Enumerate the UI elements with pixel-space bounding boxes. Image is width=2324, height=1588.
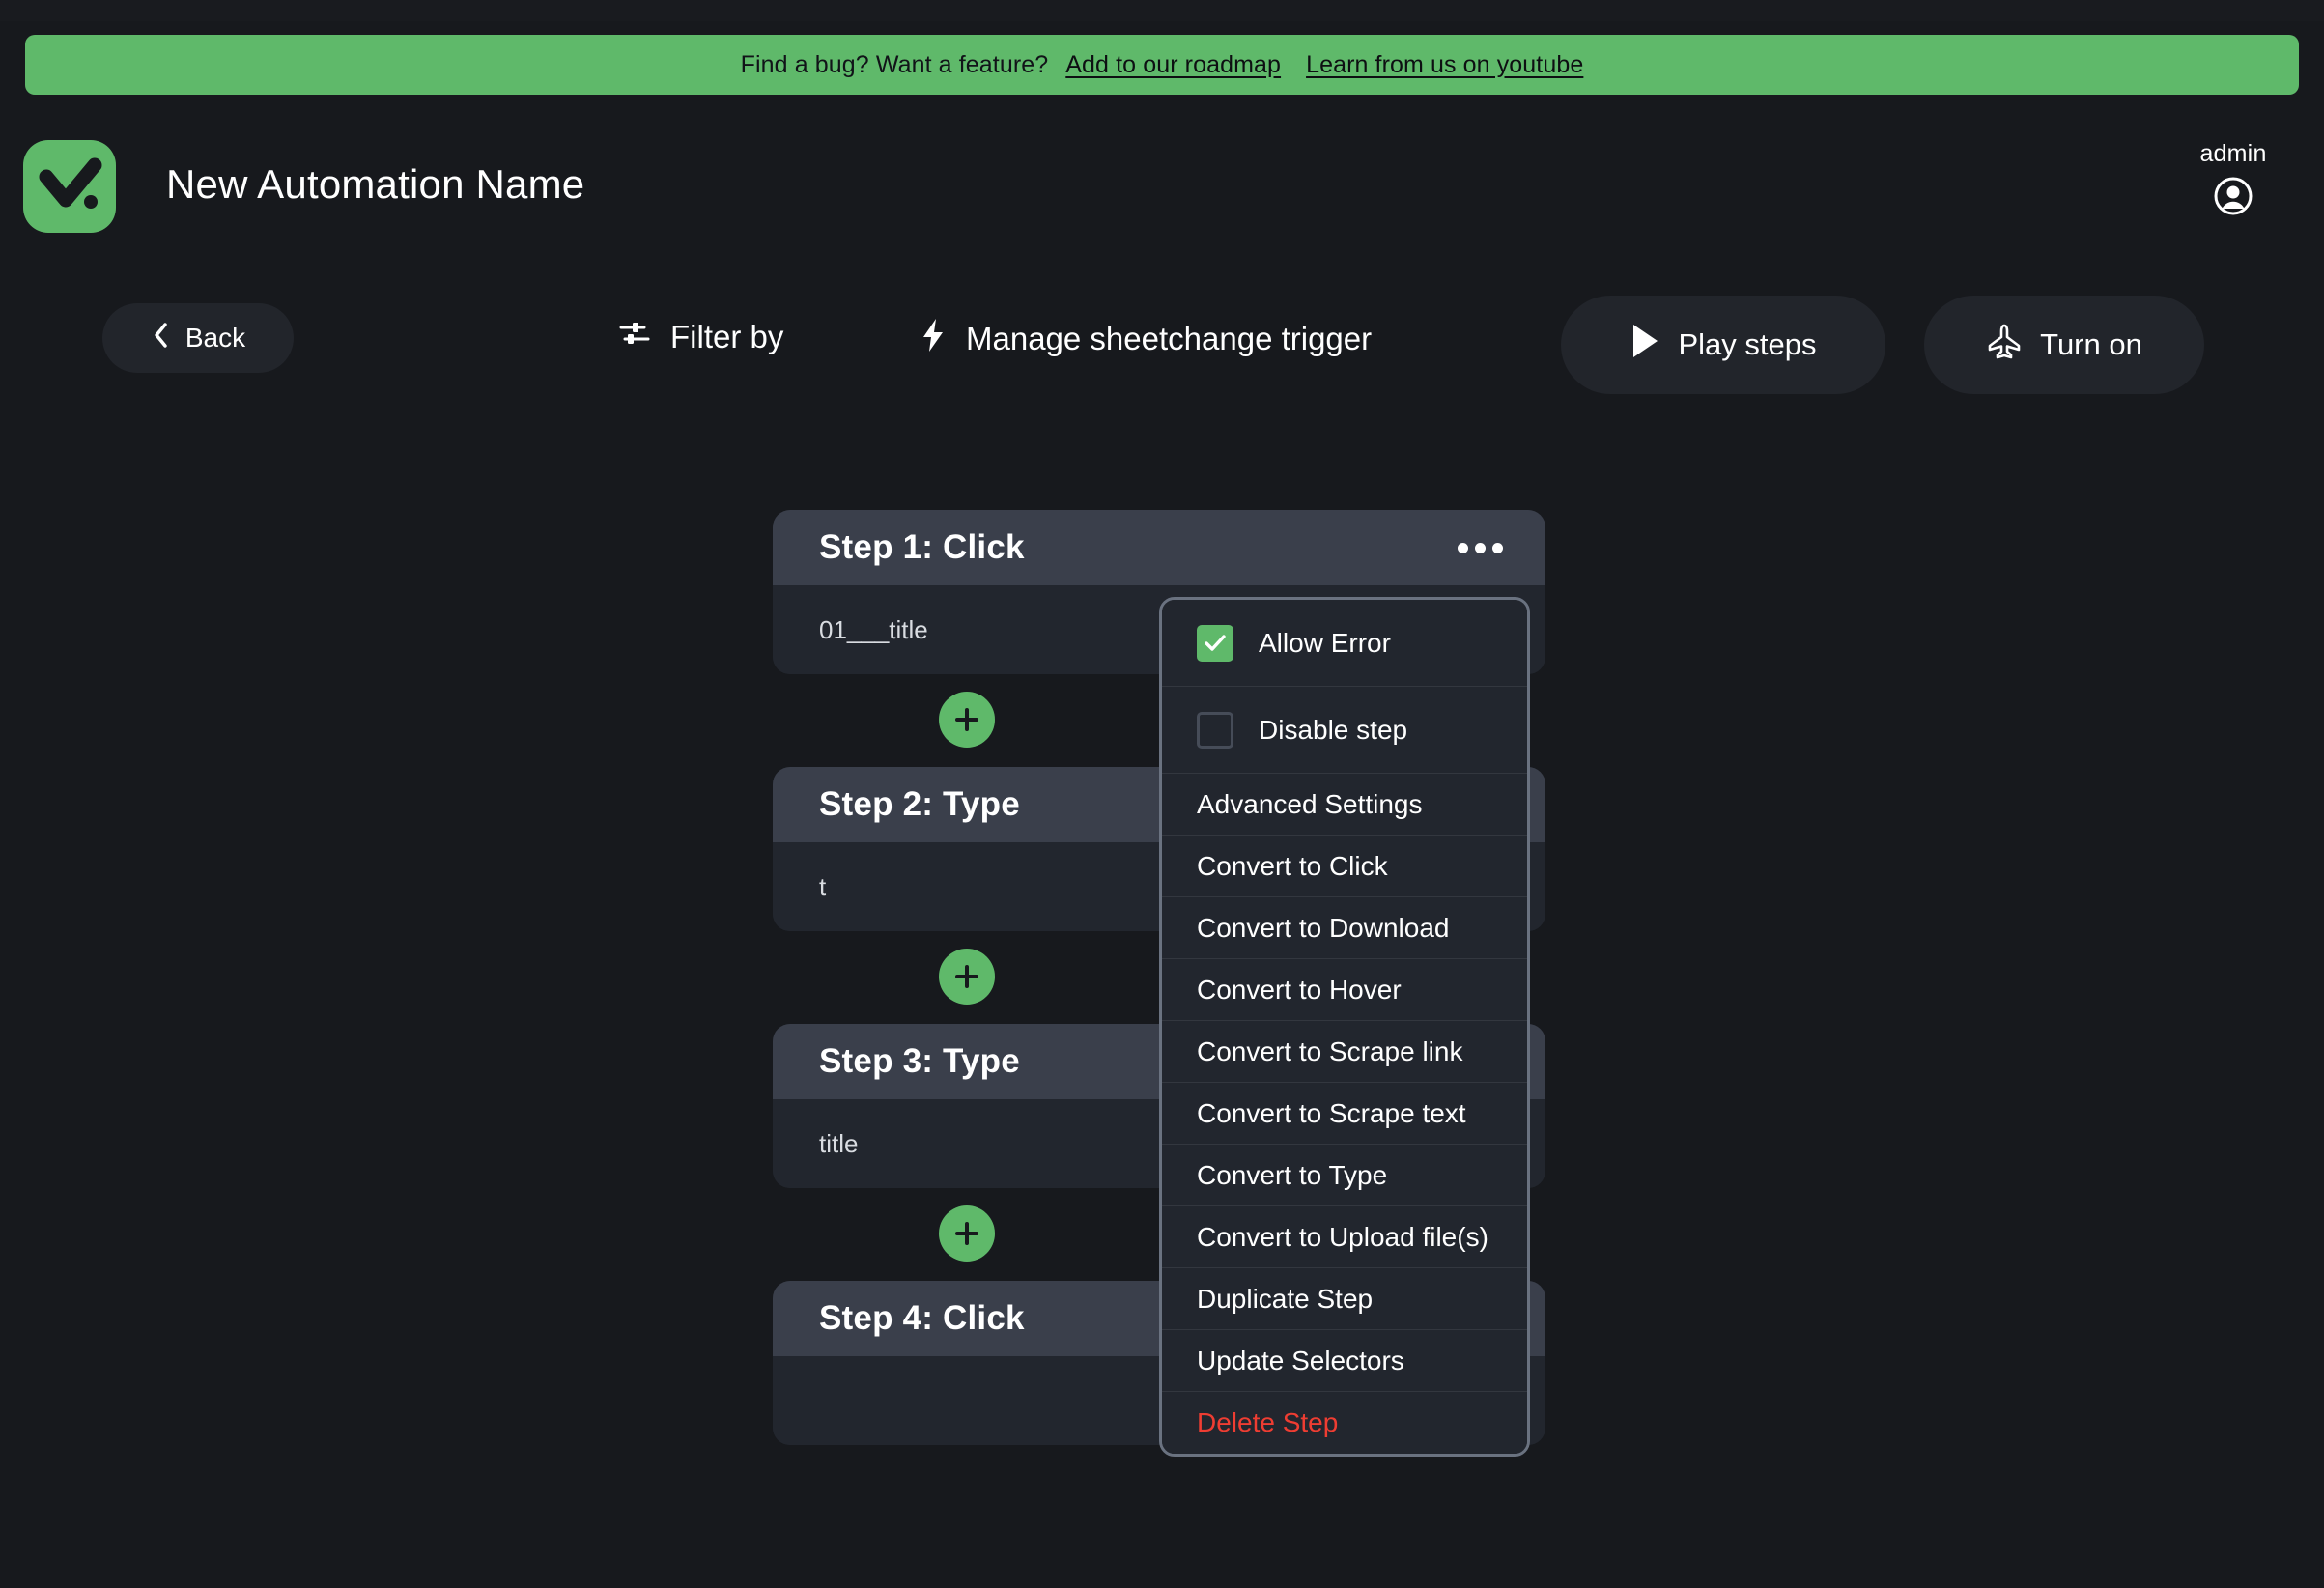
filter-by-label: Filter by [670,319,784,354]
filter-by-button[interactable]: Filter by [618,317,783,357]
step-title: Step 2: Type [819,785,1020,823]
checkbox-unchecked-icon [1197,711,1233,749]
menu-checkbox-allow-error[interactable]: Allow Error [1162,600,1527,687]
checkmark-logo-icon[interactable] [23,140,116,233]
chevron-left-icon [151,321,170,356]
sliders-icon [618,317,651,357]
menu-checkbox-disable-step[interactable]: Disable step [1162,687,1527,774]
turn-on-label: Turn on [2040,327,2142,361]
turn-on-button[interactable]: Turn on [1924,296,2204,394]
play-steps-label: Play steps [1678,327,1817,361]
step-title: Step 4: Click [819,1299,1025,1337]
back-button-label: Back [184,323,246,353]
menu-item-advanced-settings[interactable]: Advanced Settings [1162,774,1527,836]
account-area[interactable]: admin [2166,140,2301,241]
announcement-banner: Find a bug? Want a feature? Add to our r… [25,35,2299,95]
window-top-strip [0,0,2324,21]
menu-item-delete-step[interactable]: Delete Step [1162,1392,1527,1454]
step-title: Step 1: Click [819,528,1025,566]
add-step-button[interactable] [939,1205,995,1262]
menu-item-convert-to-hover[interactable]: Convert to Hover [1162,959,1527,1021]
add-step-button[interactable] [939,692,995,748]
menu-checkbox-label: Disable step [1259,714,1408,745]
menu-item-convert-to-scrape-link[interactable]: Convert to Scrape link [1162,1021,1527,1083]
step-context-menu: Allow Error Disable step Advanced Settin… [1159,597,1530,1457]
manage-trigger-button[interactable]: Manage sheetchange trigger [920,317,1372,361]
back-button[interactable]: Back [102,303,294,373]
menu-item-convert-to-scrape-text[interactable]: Convert to Scrape text [1162,1083,1527,1145]
step-title: Step 3: Type [819,1042,1020,1080]
menu-item-convert-to-type[interactable]: Convert to Type [1162,1145,1527,1206]
banner-prompt: Find a bug? Want a feature? [740,50,1049,78]
add-step-button[interactable] [939,949,995,1005]
paper-plane-icon [1986,323,2023,367]
page-header: New Automation Name admin [23,140,2301,248]
menu-item-update-selectors[interactable]: Update Selectors [1162,1330,1527,1392]
ellipsis-icon[interactable] [1454,533,1507,563]
banner-link-roadmap[interactable]: Add to our roadmap [1065,51,1281,79]
menu-checkbox-label: Allow Error [1259,627,1391,658]
step-card-header: Step 1: Click [773,510,1545,585]
menu-item-convert-to-download[interactable]: Convert to Download [1162,897,1527,959]
lightning-bolt-icon [920,317,947,361]
play-triangle-icon [1630,323,1660,367]
account-name: admin [2199,140,2267,167]
play-steps-button[interactable]: Play steps [1561,296,1885,394]
manage-trigger-label: Manage sheetchange trigger [966,321,1373,356]
menu-item-duplicate-step[interactable]: Duplicate Step [1162,1268,1527,1330]
banner-link-youtube[interactable]: Learn from us on youtube [1306,51,1583,79]
checkbox-checked-icon [1197,624,1233,662]
toolbar: Back Filter by Manage sheetchange trigge… [0,296,2324,402]
user-circle-icon[interactable] [2213,176,2253,216]
page-title: New Automation Name [166,161,585,207]
menu-item-convert-to-upload-files[interactable]: Convert to Upload file(s) [1162,1206,1527,1268]
menu-item-convert-to-click[interactable]: Convert to Click [1162,836,1527,897]
